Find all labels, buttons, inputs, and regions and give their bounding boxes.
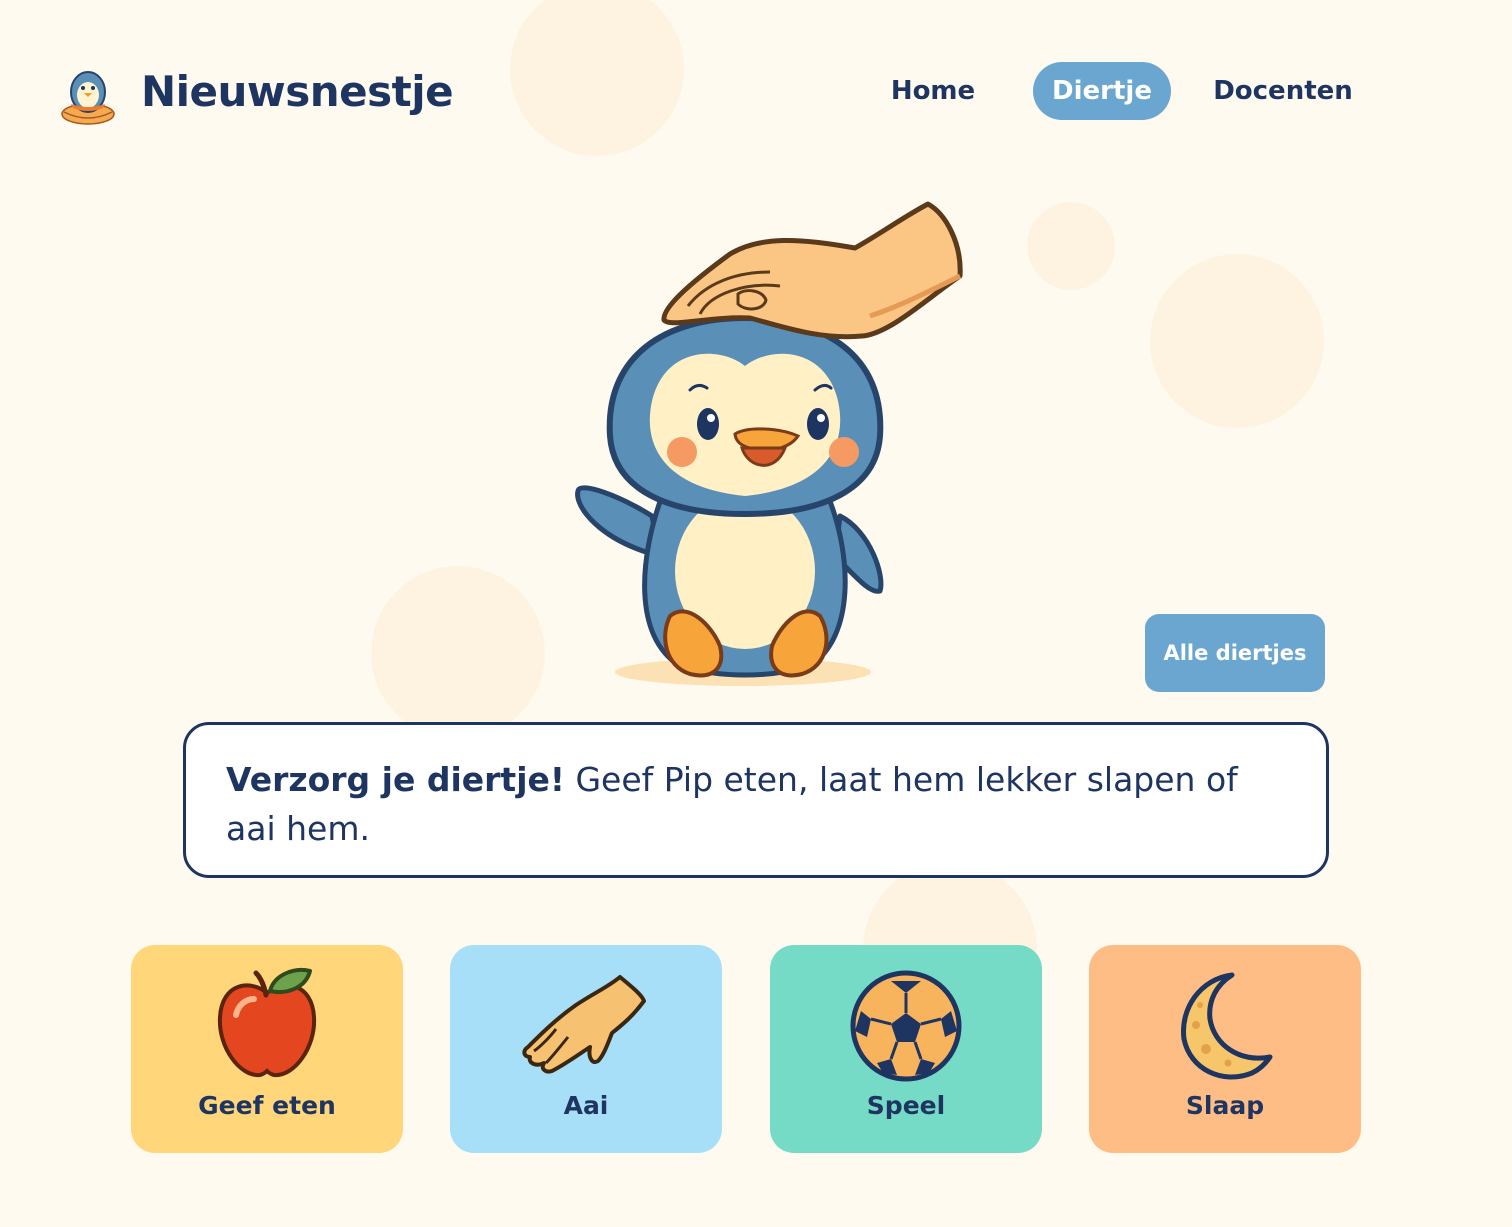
- feed-button[interactable]: Geef eten: [131, 945, 403, 1153]
- ball-icon: [850, 970, 962, 1082]
- nav-docenten[interactable]: Docenten: [1205, 62, 1361, 120]
- sleep-button[interactable]: Slaap: [1089, 945, 1361, 1153]
- moon-icon: [1181, 972, 1273, 1080]
- bg-bubble: [371, 566, 545, 740]
- hand-icon: [522, 975, 646, 1074]
- bg-bubble: [1027, 202, 1115, 290]
- penguin-logo-icon: [61, 71, 115, 125]
- penguin-pet-illustration: [575, 201, 963, 686]
- nav-diertje[interactable]: Diertje: [1033, 62, 1171, 120]
- instruction-title: Verzorg je diertje!: [226, 760, 565, 799]
- nav-home[interactable]: Home: [880, 62, 986, 120]
- play-label: Speel: [866, 1091, 946, 1120]
- all-pets-button[interactable]: Alle diertjes: [1145, 614, 1325, 692]
- bg-bubble: [510, 0, 684, 156]
- play-button[interactable]: Speel: [770, 945, 1042, 1153]
- feed-label: Geef eten: [198, 1091, 336, 1120]
- pet-button[interactable]: Aai: [450, 945, 722, 1153]
- brand-title: Nieuwsnestje: [141, 67, 454, 116]
- bg-bubble: [1150, 254, 1324, 428]
- pet-label: Aai: [563, 1091, 609, 1120]
- apple-icon: [217, 968, 317, 1078]
- page: Nieuwsnestje Home Diertje Docenten Alle …: [0, 0, 1512, 1227]
- sleep-label: Slaap: [1185, 1091, 1265, 1120]
- instruction-box: Verzorg je diertje! Geef Pip eten, laat …: [183, 722, 1329, 878]
